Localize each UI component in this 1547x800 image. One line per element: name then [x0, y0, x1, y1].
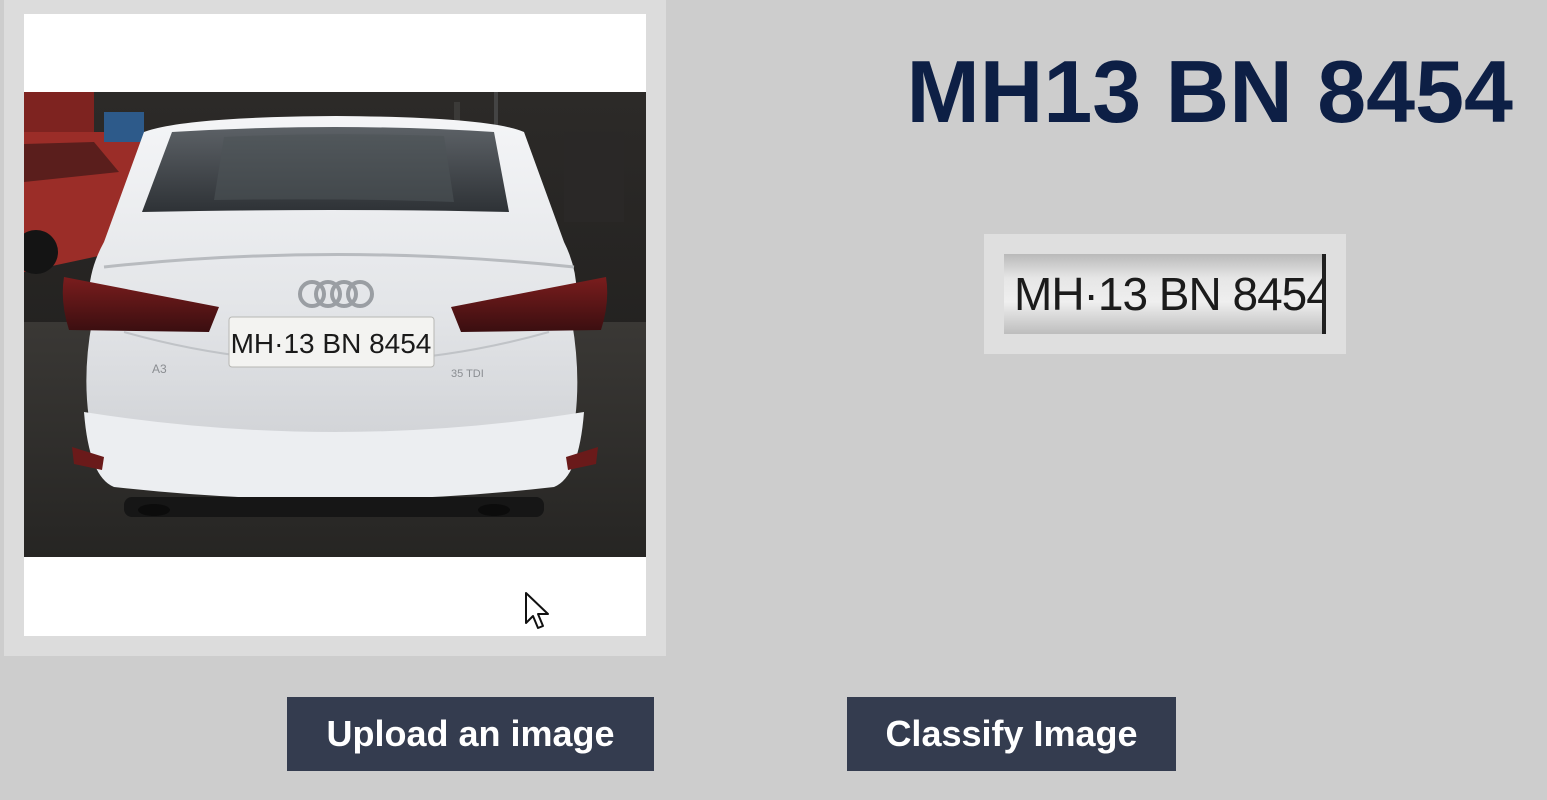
uploaded-image-frame: MH·13 BN 8454 A3 35 TDI — [4, 0, 666, 656]
car-badge-right: 35 TDI — [451, 368, 484, 380]
car-plate-text: MH·13 BN 8454 — [231, 328, 432, 359]
classify-image-button[interactable]: Classify Image — [847, 697, 1176, 771]
mouse-pointer-icon — [525, 592, 549, 629]
upload-image-button[interactable]: Upload an image — [287, 697, 654, 771]
cropped-plate-image: MH·13 BN 8454 — [1004, 254, 1326, 334]
recognized-plate-text: MH13 BN 8454 — [906, 42, 1513, 141]
car-badge-left: A3 — [152, 362, 167, 376]
cropped-plate-text: MH·13 BN 8454 — [1014, 268, 1326, 320]
cropped-plate-frame: MH·13 BN 8454 — [984, 234, 1346, 354]
uploaded-image-canvas: MH·13 BN 8454 A3 35 TDI — [24, 14, 646, 636]
car-photo: MH·13 BN 8454 A3 35 TDI — [24, 92, 646, 557]
